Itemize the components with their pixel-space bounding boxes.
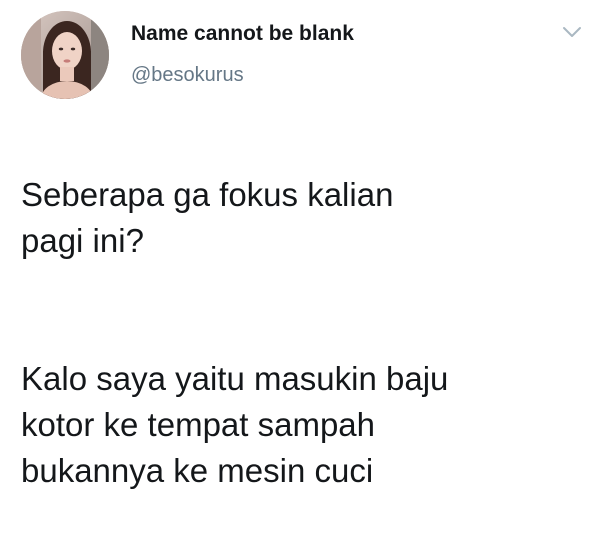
chevron-down-icon[interactable] bbox=[561, 24, 583, 40]
user-handle[interactable]: @besokurus bbox=[131, 64, 244, 87]
tweet-paragraph: Kalo saya yaitu masukin baju kotor ke te… bbox=[21, 360, 449, 489]
tweet-text: Seberapa ga fokus kalian pagi ini? Kalo … bbox=[21, 126, 581, 540]
avatar[interactable] bbox=[21, 11, 109, 99]
display-name[interactable]: Name cannot be blank bbox=[131, 22, 354, 46]
avatar-photo bbox=[21, 11, 109, 99]
tweet-card: Name cannot be blank @besokurus Seberapa… bbox=[0, 0, 600, 489]
tweet-paragraph: Seberapa ga fokus kalian pagi ini? bbox=[21, 176, 394, 259]
